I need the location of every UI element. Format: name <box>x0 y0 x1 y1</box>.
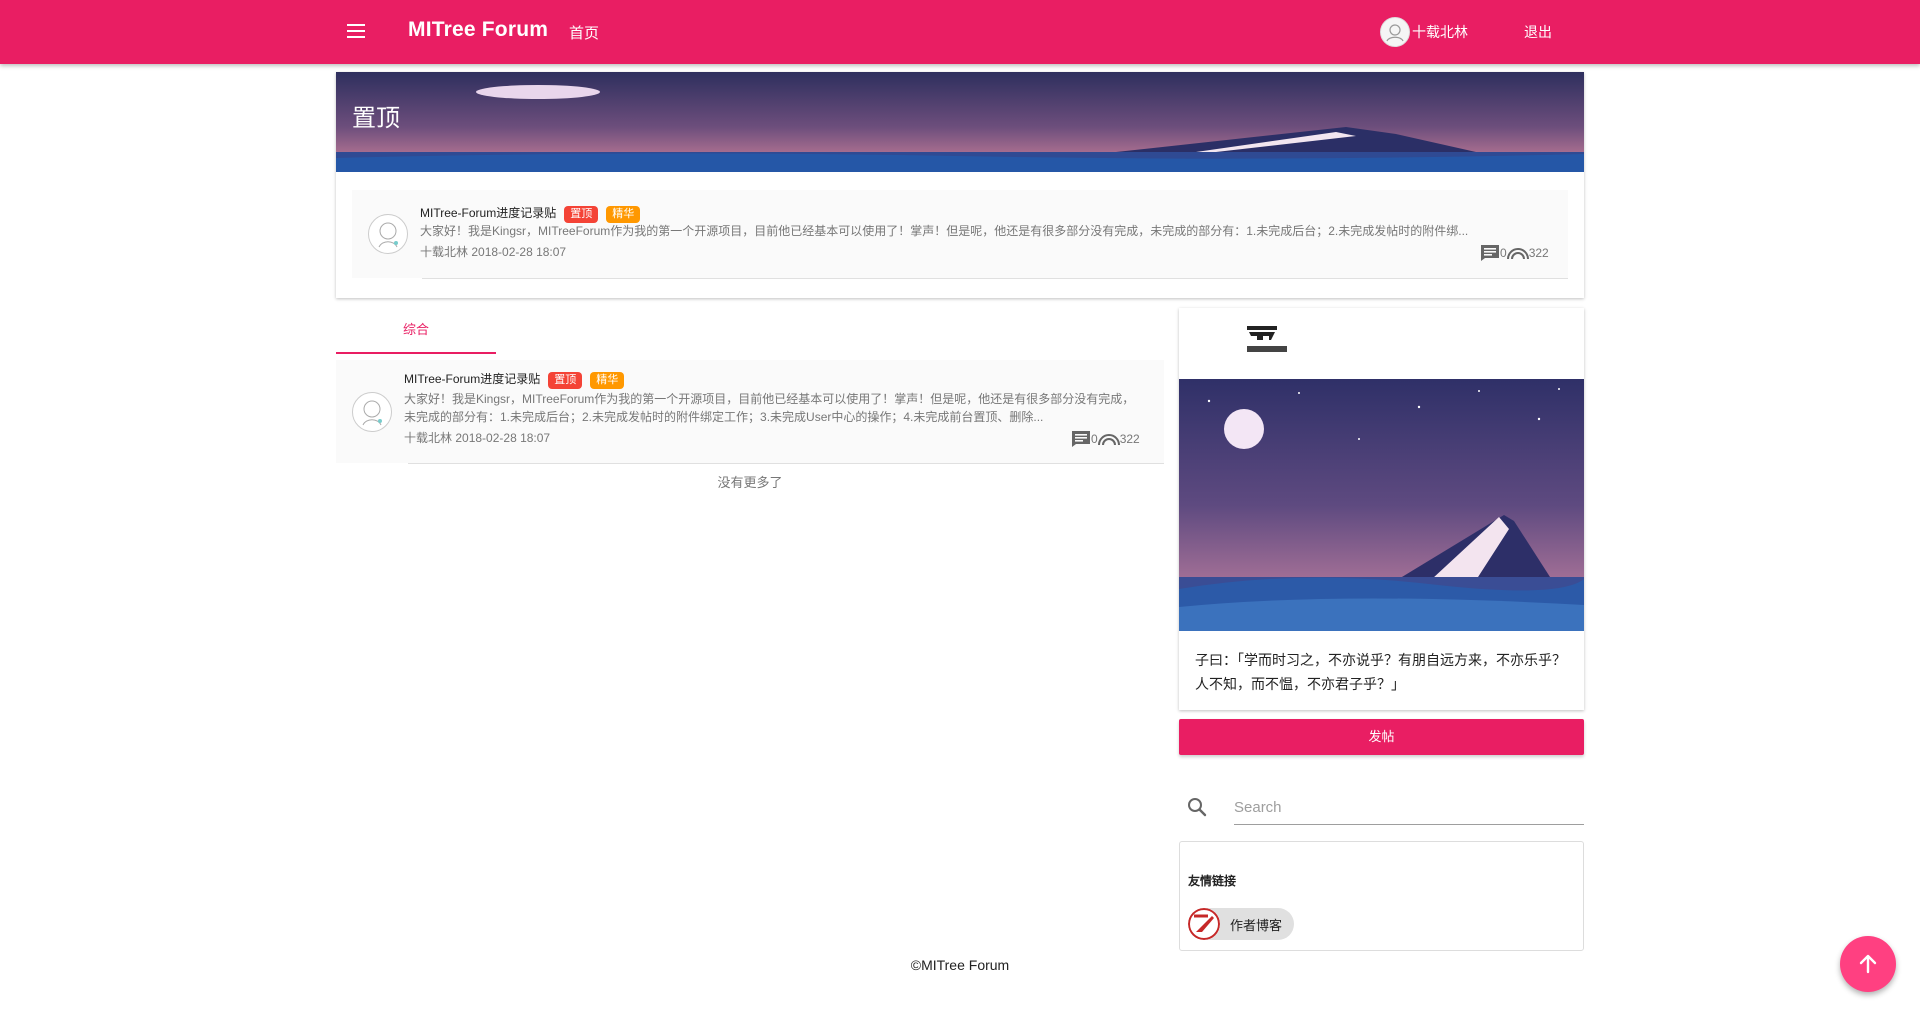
blog-logo-icon <box>1188 908 1220 940</box>
post-author[interactable]: 十载北林 <box>404 431 452 445</box>
menu-icon[interactable] <box>344 20 368 44</box>
post-meta: 十载北林 2018-02-28 18:07 <box>420 243 566 260</box>
post-stats: 0 322 <box>1480 244 1549 262</box>
logout-link[interactable]: 退出 <box>1524 22 1552 42</box>
post-meta: 十载北林 2018-02-28 18:07 <box>404 429 550 446</box>
post-date: 2018-02-28 18:07 <box>455 431 551 445</box>
post-author[interactable]: 十载北林 <box>420 245 468 259</box>
post-date: 2018-02-28 18:07 <box>471 245 567 259</box>
footer-copyright: ©MITree Forum <box>910 957 1010 973</box>
friend-links-title: 友情链接 <box>1188 874 1237 888</box>
comment-count: 0 <box>1500 246 1507 260</box>
divider <box>408 463 1164 464</box>
night-mountain-image <box>1179 379 1584 631</box>
post-title[interactable]: MITree-Forum进度记录贴 置顶 精华 <box>404 370 625 389</box>
post-excerpt: 大家好！我是Kingsr，MITreeForum作为我的第一个开源项目，目前他已… <box>420 224 1469 238</box>
list-item[interactable]: MITree-Forum进度记录贴 置顶 精华 大家好！我是Kingsr，MITre… <box>336 360 1164 463</box>
post-excerpt: 大家好！我是Kingsr，MITreeForum作为我的第一个开源项目，目前他已… <box>404 392 1135 424</box>
view-count: 322 <box>1119 432 1140 446</box>
search-icon[interactable] <box>1186 796 1208 818</box>
comment-icon <box>1481 245 1499 261</box>
new-post-button[interactable]: 发帖 <box>1179 719 1584 755</box>
banner-landscape-image <box>336 72 1584 172</box>
post-title-text[interactable]: MITree-Forum进度记录贴 <box>404 372 540 386</box>
nav-home-link[interactable]: 首页 <box>569 22 599 43</box>
rainbow-icon <box>1506 248 1529 260</box>
comment-icon <box>1072 431 1090 447</box>
post-author-avatar[interactable] <box>368 214 408 254</box>
divider <box>422 278 1568 279</box>
pinned-banner: 置顶 <box>336 72 1584 172</box>
pinned-title: 置顶 <box>352 105 400 132</box>
friend-links-card: 友情链接 作者博客 <box>1179 841 1584 951</box>
post-title-text[interactable]: MITree-Forum进度记录贴 <box>420 206 556 220</box>
comment-count: 0 <box>1091 432 1098 446</box>
tab-general[interactable]: 综合 <box>336 310 496 354</box>
motto-quote: 子曰：「学而时习之，不亦说乎？有朋自远方来，不亦乐乎？人不知，而不愠，不亦君子乎… <box>1195 652 1566 692</box>
scroll-top-button[interactable] <box>1840 936 1896 992</box>
chip-label[interactable]: 作者博客 <box>1230 915 1282 934</box>
user-name[interactable]: 十载北林 <box>1412 22 1468 42</box>
no-more-text: 没有更多了 <box>717 475 783 490</box>
rainbow-icon <box>1097 434 1120 446</box>
tag-top-badge: 置顶 <box>548 372 583 389</box>
arrow-up-icon <box>1859 954 1877 974</box>
user-avatar <box>1380 17 1410 47</box>
tag-top-badge: 置顶 <box>564 206 599 223</box>
post-stats: 0 322 <box>1071 430 1140 448</box>
app-bar: MITree Forum 首页 十载北林 退出 <box>0 0 1920 64</box>
pinned-card: 置顶 MITree-Forum进度记录贴 置顶 精华 大家好！我是Kingsr，MI… <box>336 72 1584 298</box>
post-author-avatar[interactable] <box>352 392 392 432</box>
user-menu[interactable]: 十载北林 <box>1380 17 1468 47</box>
tag-best-badge: 精华 <box>590 372 625 389</box>
tag-best-badge: 精华 <box>606 206 641 223</box>
view-count: 322 <box>1528 246 1549 260</box>
brand-title[interactable]: MITree Forum <box>408 18 548 42</box>
pinned-post[interactable]: MITree-Forum进度记录贴 置顶 精华 大家好！我是Kingsr，MITre… <box>352 190 1568 278</box>
author-blog-chip[interactable]: 作者博客 <box>1188 908 1295 940</box>
site-logo <box>1247 326 1287 352</box>
search-input[interactable] <box>1234 791 1584 825</box>
profile-card: 子曰：「学而时习之，不亦说乎？有朋自远方来，不亦乐乎？人不知，而不愠，不亦君子乎… <box>1179 308 1584 710</box>
post-title[interactable]: MITree-Forum进度记录贴 置顶 精华 <box>420 204 641 223</box>
